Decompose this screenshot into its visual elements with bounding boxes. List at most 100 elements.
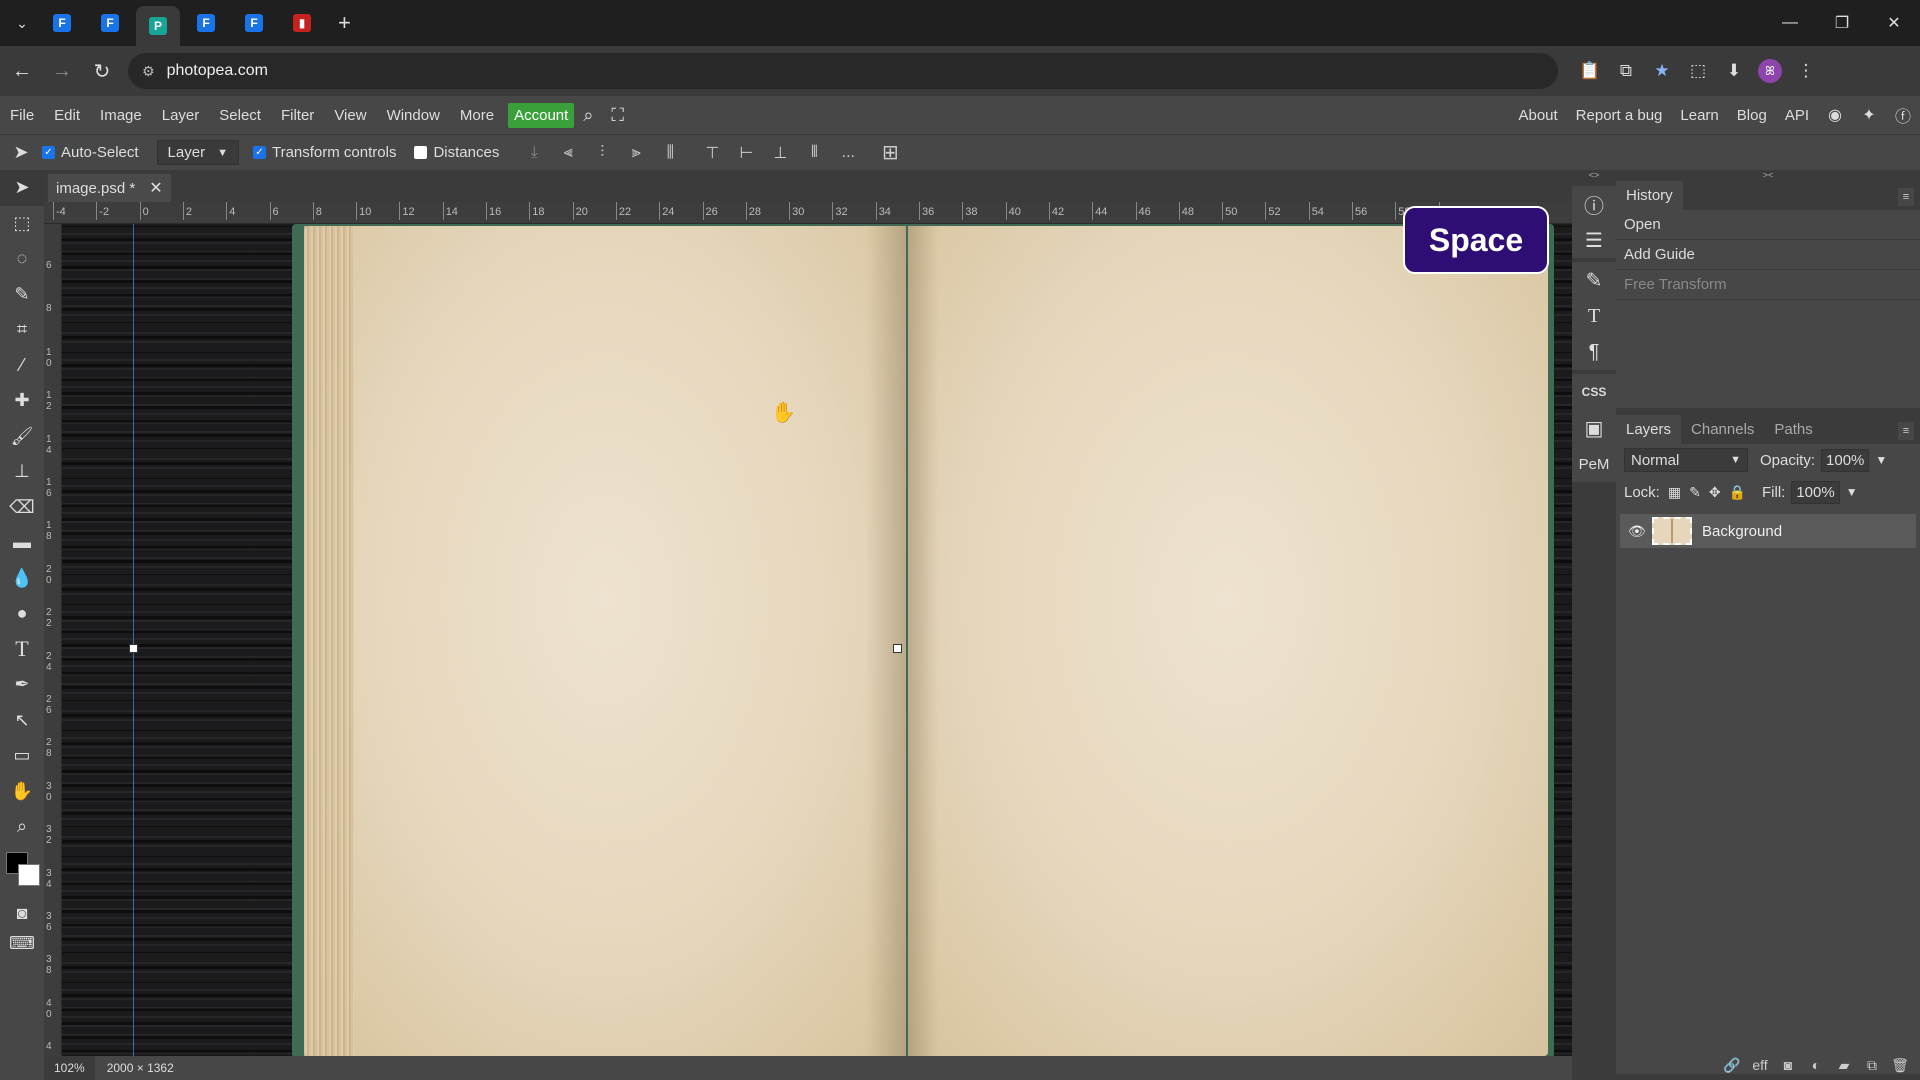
zoom-level[interactable]: 102%: [44, 1056, 95, 1080]
new-layer-icon[interactable]: ⧉: [1858, 1057, 1886, 1074]
browser-tab-1[interactable]: F: [40, 6, 84, 40]
browser-tab-4[interactable]: F: [184, 6, 228, 40]
align-left-icon[interactable]: ⫷: [551, 144, 585, 162]
transform-controls-checkbox[interactable]: ✓ Transform controls: [252, 144, 396, 161]
collapse-strip-icon[interactable]: <>: [1572, 170, 1616, 182]
horizontal-ruler[interactable]: -4 -2 0 2 4 6 8 10 12 14 16 18 20 22 24 26 28 30 32 34 36 38 4…: [44, 202, 1572, 224]
lock-position-icon[interactable]: ✥: [1709, 484, 1721, 501]
menu-layer[interactable]: Layer: [152, 107, 210, 124]
crop-tool-icon[interactable]: ⌗: [0, 312, 44, 348]
restore-icon[interactable]: ❐: [1816, 0, 1868, 46]
panel-menu-icon[interactable]: ≡: [1898, 188, 1914, 206]
lock-pixels-icon[interactable]: ✎: [1689, 484, 1701, 501]
dodge-tool-icon[interactable]: ●: [0, 596, 44, 632]
history-item[interactable]: Free Transform: [1616, 270, 1920, 300]
type-tool-icon[interactable]: T: [0, 632, 44, 668]
gradient-tool-icon[interactable]: ▬: [0, 525, 44, 561]
distribute-v-icon[interactable]: ⫴: [797, 144, 831, 162]
visibility-eye-icon[interactable]: 👁: [1628, 523, 1652, 540]
healing-tool-icon[interactable]: ✚: [0, 383, 44, 419]
fill-dropdown-icon[interactable]: ▼: [1846, 485, 1858, 499]
open-external-icon[interactable]: ⧉: [1608, 53, 1644, 89]
lasso-tool-icon[interactable]: ◌: [0, 241, 44, 277]
menu-window[interactable]: Window: [377, 107, 450, 124]
align-bottom-icon[interactable]: ⊥: [763, 143, 797, 163]
tab-search-chevron-icon[interactable]: ⌄: [8, 9, 36, 37]
forward-arrow-icon[interactable]: →: [44, 53, 80, 89]
fill-input[interactable]: 100%: [1791, 480, 1840, 504]
account-button[interactable]: Account: [508, 102, 575, 128]
tab-paths[interactable]: Paths: [1764, 415, 1822, 444]
browser-menu-icon[interactable]: ⋮: [1788, 53, 1824, 89]
close-window-icon[interactable]: ✕: [1868, 0, 1920, 46]
link-layers-icon[interactable]: 🔗: [1718, 1057, 1746, 1074]
properties-sliders-icon[interactable]: ☰: [1572, 222, 1616, 258]
close-document-icon[interactable]: ✕: [149, 178, 162, 198]
link-about[interactable]: About: [1509, 107, 1566, 124]
move-tool-icon[interactable]: ➤: [0, 142, 42, 163]
menu-view[interactable]: View: [324, 107, 376, 124]
reddit-icon[interactable]: ◉: [1818, 105, 1852, 125]
document-tab[interactable]: image.psd * ✕: [48, 174, 171, 202]
tab-channels[interactable]: Channels: [1681, 415, 1764, 444]
align-right-icon[interactable]: ⫸: [619, 144, 653, 162]
css-icon[interactable]: CSS: [1572, 374, 1616, 410]
color-swatches[interactable]: [6, 852, 42, 888]
browser-tab-5[interactable]: F: [232, 6, 276, 40]
new-group-folder-icon[interactable]: ▰: [1830, 1057, 1858, 1074]
blur-tool-icon[interactable]: 💧: [0, 561, 44, 597]
align-top-icon[interactable]: ⊤: [695, 143, 729, 163]
facebook-icon[interactable]: ⓕ: [1886, 103, 1920, 127]
delete-layer-icon[interactable]: 🗑: [1886, 1057, 1914, 1074]
character-icon[interactable]: T: [1572, 298, 1616, 334]
shape-tool-icon[interactable]: ▭: [0, 738, 44, 774]
profile-avatar[interactable]: ꕤ: [1758, 59, 1782, 83]
download-align-icon[interactable]: ⤓: [517, 144, 551, 162]
more-options-button[interactable]: ...: [831, 144, 865, 162]
transform-handle-left[interactable]: [129, 644, 138, 653]
menu-image[interactable]: Image: [90, 107, 152, 124]
browser-tab-photopea[interactable]: P: [136, 6, 180, 46]
zoom-tool-icon[interactable]: ⌕: [0, 809, 44, 845]
url-omnibox[interactable]: ⚙ photopea.com: [128, 53, 1558, 89]
info-icon[interactable]: ⓘ: [1572, 186, 1616, 222]
twitter-icon[interactable]: ✦: [1852, 105, 1886, 125]
menu-filter[interactable]: Filter: [271, 107, 324, 124]
canvas-area[interactable]: ✋: [62, 224, 1572, 1056]
marquee-tool-icon[interactable]: ⬚: [0, 206, 44, 242]
hand-tool-icon[interactable]: ✋: [0, 774, 44, 810]
menu-select[interactable]: Select: [209, 107, 271, 124]
history-item[interactable]: Add Guide: [1616, 240, 1920, 270]
opacity-input[interactable]: 100%: [1821, 448, 1870, 472]
blend-mode-select[interactable]: Normal ▼: [1624, 448, 1748, 472]
link-blog[interactable]: Blog: [1728, 107, 1776, 124]
auto-select-checkbox[interactable]: ✓ Auto-Select: [42, 144, 139, 161]
history-item[interactable]: Open: [1616, 210, 1920, 240]
distribute-h-icon[interactable]: ⫼: [653, 144, 687, 162]
move-tool-icon[interactable]: ➤: [0, 170, 44, 206]
vertical-guide-line[interactable]: [133, 224, 134, 1056]
fullscreen-icon[interactable]: ⛶: [602, 105, 633, 126]
link-report-bug[interactable]: Report a bug: [1567, 107, 1672, 124]
menu-more[interactable]: More: [450, 107, 504, 124]
clipboard-icon[interactable]: 📋: [1572, 53, 1608, 89]
grid-layout-icon[interactable]: ⊞: [873, 140, 907, 165]
extensions-icon[interactable]: ⬚: [1680, 53, 1716, 89]
menu-edit[interactable]: Edit: [44, 107, 90, 124]
browser-tab-2[interactable]: F: [88, 6, 132, 40]
link-learn[interactable]: Learn: [1671, 107, 1727, 124]
adjustment-layer-icon[interactable]: ◐: [1802, 1057, 1830, 1073]
background-color-swatch[interactable]: [18, 864, 40, 886]
pem-icon[interactable]: PeM: [1572, 446, 1616, 482]
lock-transparency-icon[interactable]: ▦: [1668, 484, 1681, 501]
transform-handle-center[interactable]: [893, 644, 902, 653]
path-select-tool-icon[interactable]: ↖: [0, 703, 44, 739]
add-mask-icon[interactable]: ◙: [1774, 1057, 1802, 1073]
eyedropper-tool-icon[interactable]: ⁄: [0, 348, 44, 384]
image-icon[interactable]: ▣: [1572, 410, 1616, 446]
stamp-tool-icon[interactable]: ⊥: [0, 454, 44, 490]
downloads-icon[interactable]: ⬇: [1716, 53, 1752, 89]
layer-row[interactable]: 👁 Background: [1620, 514, 1916, 548]
search-icon[interactable]: ⌕: [574, 105, 602, 126]
back-arrow-icon[interactable]: ←: [4, 53, 40, 89]
